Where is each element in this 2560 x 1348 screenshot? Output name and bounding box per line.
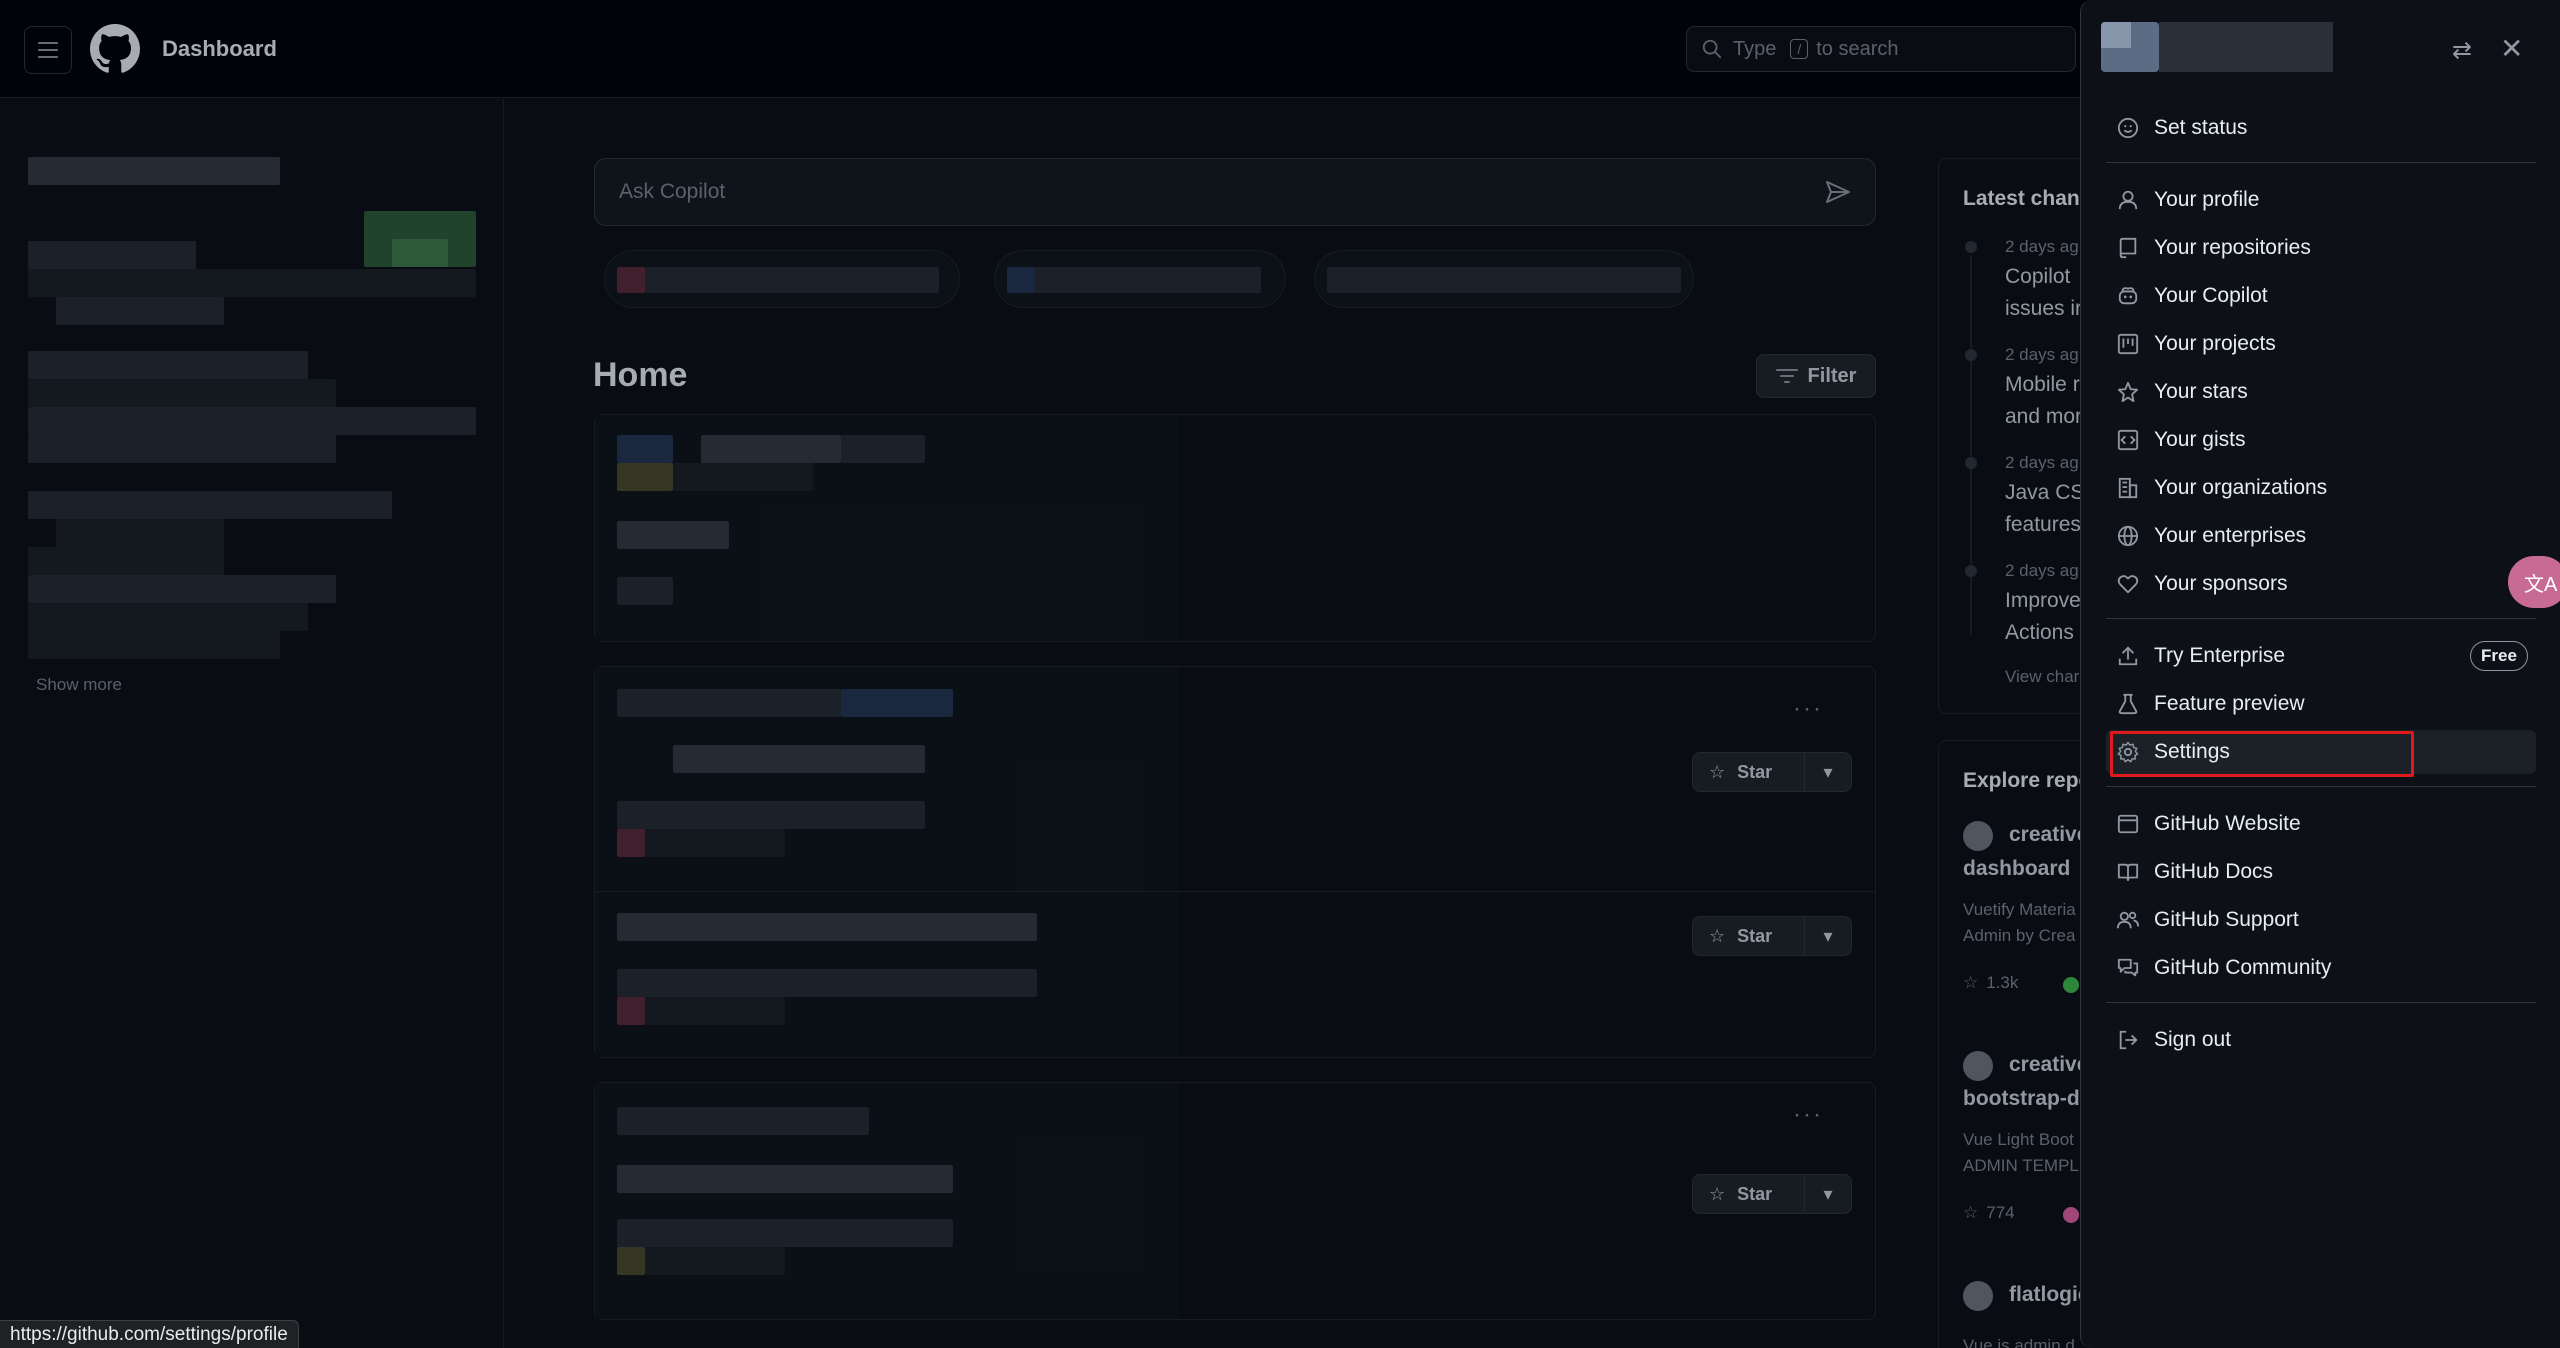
menu-label: Your organizations — [2154, 476, 2328, 499]
menu-github-community[interactable]: GitHub Community — [2106, 946, 2536, 990]
menu-github-support[interactable]: GitHub Support — [2106, 898, 2536, 942]
menu-your-organizations[interactable]: Your organizations — [2106, 466, 2536, 510]
menu-label: Your repositories — [2154, 236, 2311, 259]
star-icon — [2116, 380, 2140, 404]
blurred-user-name — [2159, 22, 2333, 72]
code-square-icon — [2116, 428, 2140, 452]
menu-label: Your Copilot — [2154, 284, 2268, 307]
upload-icon — [2116, 644, 2140, 668]
menu-label: Your gists — [2154, 428, 2246, 451]
menu-github-website[interactable]: GitHub Website — [2106, 802, 2536, 846]
menu-label: Your sponsors — [2154, 572, 2288, 595]
menu-your-gists[interactable]: Your gists — [2106, 418, 2536, 462]
menu-label: Your projects — [2154, 332, 2276, 355]
menu-label: GitHub Website — [2154, 812, 2301, 835]
person-icon — [2116, 188, 2140, 212]
menu-label: Your profile — [2154, 188, 2260, 211]
organization-icon — [2116, 476, 2140, 500]
people-icon — [2116, 908, 2140, 932]
switch-account-icon[interactable]: ⇄ — [2452, 36, 2472, 65]
menu-set-status[interactable]: Set status — [2106, 106, 2536, 150]
menu-label: Try Enterprise — [2154, 644, 2286, 667]
menu-label: Sign out — [2154, 1028, 2232, 1051]
globe-icon — [2116, 524, 2140, 548]
repo-icon — [2116, 236, 2140, 260]
menu-divider — [2106, 162, 2536, 163]
close-icon[interactable]: ✕ — [2500, 32, 2523, 65]
menu-divider — [2106, 618, 2536, 619]
menu-your-sponsors[interactable]: Your sponsors — [2106, 562, 2536, 606]
free-badge: Free — [2470, 641, 2528, 671]
heart-icon — [2116, 572, 2140, 596]
menu-sign-out[interactable]: Sign out — [2106, 1018, 2536, 1062]
menu-label: GitHub Community — [2154, 956, 2332, 979]
menu-your-projects[interactable]: Your projects — [2106, 322, 2536, 366]
menu-feature-preview[interactable]: Feature preview — [2106, 682, 2536, 726]
menu-your-profile[interactable]: Your profile — [2106, 178, 2536, 222]
translate-extension-button[interactable]: 文A — [2508, 556, 2560, 608]
translate-icon: 文A — [2524, 573, 2558, 596]
settings-highlight-box — [2110, 731, 2414, 777]
user-avatar-highlight — [2101, 22, 2131, 48]
menu-divider — [2106, 1002, 2536, 1003]
menu-label: GitHub Docs — [2154, 860, 2274, 883]
comment-discussion-icon — [2116, 956, 2140, 980]
menu-label: Your stars — [2154, 380, 2248, 403]
menu-label: Set status — [2154, 116, 2248, 139]
menu-divider — [2106, 786, 2536, 787]
menu-your-repositories[interactable]: Your repositories — [2106, 226, 2536, 270]
menu-your-enterprises[interactable]: Your enterprises — [2106, 514, 2536, 558]
copilot-icon — [2116, 284, 2140, 308]
browser-icon — [2116, 812, 2140, 836]
menu-your-copilot[interactable]: Your Copilot — [2106, 274, 2536, 318]
smiley-icon — [2116, 116, 2140, 140]
project-icon — [2116, 332, 2140, 356]
beaker-icon — [2116, 692, 2140, 716]
menu-label: GitHub Support — [2154, 908, 2299, 931]
menu-label: Your enterprises — [2154, 524, 2307, 547]
menu-github-docs[interactable]: GitHub Docs — [2106, 850, 2536, 894]
sign-out-icon — [2116, 1028, 2140, 1052]
menu-label: Feature preview — [2154, 692, 2305, 715]
status-bar-url: https://github.com/settings/profile — [0, 1320, 299, 1348]
book-icon — [2116, 860, 2140, 884]
menu-your-stars[interactable]: Your stars — [2106, 370, 2536, 414]
